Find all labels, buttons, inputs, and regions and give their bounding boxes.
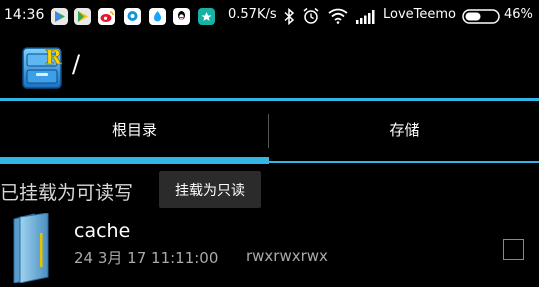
mount-status-text: 已挂载为可读写 xyxy=(0,182,134,204)
battery-percent: 46% xyxy=(504,7,533,22)
root-explorer-logo-icon[interactable]: R xyxy=(21,42,65,94)
bluetooth-icon xyxy=(283,7,295,29)
play-store-icon xyxy=(74,8,91,25)
alarm-icon xyxy=(302,7,320,29)
tab-separator xyxy=(268,114,269,148)
chat-icon xyxy=(124,8,141,25)
app-bar xyxy=(0,32,539,99)
tab-inactive-indicator xyxy=(269,161,539,163)
qq-icon xyxy=(173,8,190,25)
tab-root[interactable]: 根目录 xyxy=(0,101,269,157)
signal-icon xyxy=(356,9,377,28)
app-icon xyxy=(198,8,215,25)
weibo-icon xyxy=(98,8,115,25)
status-time: 14:36 xyxy=(4,7,45,23)
tab-storage-label: 存储 xyxy=(389,120,420,139)
file-select-checkbox[interactable] xyxy=(503,239,524,260)
current-path: / xyxy=(72,50,81,78)
file-name: cache xyxy=(74,220,131,242)
tab-active-indicator xyxy=(0,157,269,164)
wifi-icon xyxy=(328,8,348,28)
tab-root-label: 根目录 xyxy=(111,120,157,139)
carrier-name: LoveTeemo xyxy=(383,7,457,22)
mount-read-only-button[interactable]: 挂载为只读 xyxy=(159,171,261,208)
folder-icon xyxy=(12,212,52,287)
play-store-icon xyxy=(51,8,68,25)
battery-icon xyxy=(462,9,500,28)
app-store-icon xyxy=(149,8,166,25)
network-speed: 0.57K/s xyxy=(228,7,277,22)
file-date: 24 3月 17 11:11:00 xyxy=(74,249,219,267)
mount-button-label: 挂载为只读 xyxy=(175,182,245,199)
svg-text:R: R xyxy=(45,45,62,69)
file-permissions: rwxrwxrwx xyxy=(246,247,328,265)
tab-storage[interactable]: 存储 xyxy=(270,101,539,157)
